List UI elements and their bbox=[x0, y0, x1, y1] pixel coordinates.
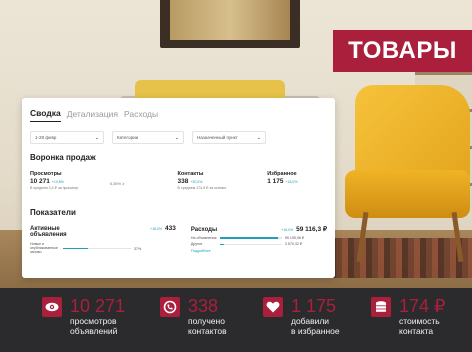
chevron-down-icon: ⌄ bbox=[174, 134, 179, 141]
new-listings-label: Новые и опубликованные заново bbox=[30, 241, 58, 254]
chevron-down-icon: ⌄ bbox=[256, 134, 261, 141]
expense-row-listings: На объявления 55 195,98 ₽ bbox=[191, 236, 327, 240]
stat-contact-cost-number: 174 ₽ bbox=[399, 296, 446, 316]
funnel-views-value: 10 271 bbox=[30, 178, 50, 185]
expense-other-bar-fill bbox=[219, 243, 224, 246]
eye-icon bbox=[42, 297, 62, 317]
funnel-favorites-label: Избранное bbox=[267, 171, 297, 177]
expenses-details-link[interactable]: Подробнее bbox=[191, 249, 327, 253]
funnel-views: Просмотры 10 271 +10,8% В среднем 3,4 ₽ з… bbox=[30, 171, 110, 190]
funnel-favorites-value: 1 175 bbox=[267, 178, 284, 185]
wall-picture bbox=[170, 0, 290, 40]
stats-strip: 10 271 просмотров объявлений 338 получен… bbox=[0, 288, 472, 352]
banner-title: ТОВАРЫ bbox=[333, 30, 472, 72]
expense-row-other: Другие 3 570,32 ₽ bbox=[191, 242, 327, 246]
card-tabs: Сводка Детализация Расходы bbox=[30, 104, 327, 122]
phone-icon bbox=[160, 297, 180, 317]
stat-views-line2: объявлений bbox=[70, 326, 118, 336]
stat-favorites-line1: добавили bbox=[291, 316, 330, 326]
stat-contacts-line2: контактов bbox=[188, 326, 227, 336]
sales-funnel: Просмотры 10 271 +10,8% В среднем 3,4 ₽ з… bbox=[30, 171, 327, 190]
statistics-card: Сводка Детализация Расходы 1-28 февр ⌄ К… bbox=[22, 98, 335, 278]
expense-listings-value: 55 195,98 ₽ bbox=[284, 235, 305, 240]
funnel-delta-note: 5,35% ≥ bbox=[109, 181, 125, 186]
stat-favorites: 1 175 добавили в избранное bbox=[263, 296, 340, 336]
funnel-title: Воронка продаж bbox=[30, 153, 96, 162]
active-listings-value: 433 bbox=[165, 225, 176, 232]
funnel-views-note: В среднем 3,4 ₽ за просмотр bbox=[30, 186, 79, 190]
active-listings-label: Активные объявления bbox=[30, 226, 67, 239]
funnel-contacts: Контакты 338 +30,0% В среднем 174,9 ₽ за … bbox=[178, 171, 268, 190]
stat-contact-cost-line2: контакта bbox=[399, 326, 434, 336]
filter-bar: 1-28 февр ⌄ Категории ⌄ Назначенный пунк… bbox=[30, 131, 327, 144]
promo-banner: ТОВАРЫ Сводка Детализация Расходы 1-28 ф… bbox=[0, 0, 472, 352]
funnel-contacts-pct: +30,0% bbox=[190, 180, 203, 184]
pickup-point-select[interactable]: Назначенный пункт ⌄ bbox=[192, 131, 266, 144]
new-listings-bar-fill bbox=[63, 247, 89, 250]
stat-contacts-number: 338 bbox=[188, 296, 219, 316]
expense-listings-bar bbox=[219, 237, 282, 239]
stat-contacts: 338 получено контактов bbox=[160, 296, 227, 336]
new-listings-row: Новые и опубликованные заново 37% bbox=[30, 241, 176, 255]
funnel-favorites-pct: +18,0% bbox=[285, 180, 298, 184]
expense-other-label: Другие bbox=[190, 242, 203, 247]
stat-views-number: 10 271 bbox=[70, 296, 126, 316]
chevron-down-icon: ⌄ bbox=[94, 134, 99, 141]
date-range-select[interactable]: 1-28 февр ⌄ bbox=[30, 131, 104, 144]
funnel-views-label: Просмотры bbox=[30, 171, 62, 177]
active-listings: Активные объявления +18,0% 433 Новые и оп… bbox=[30, 225, 176, 254]
expense-listings-label: На объявления bbox=[190, 235, 217, 240]
metrics-panel: Активные объявления +18,0% 433 Новые и оп… bbox=[30, 225, 327, 254]
tab-details[interactable]: Детализация bbox=[67, 109, 118, 122]
expense-other-bar bbox=[219, 243, 282, 246]
coins-icon bbox=[371, 297, 391, 317]
tab-summary[interactable]: Сводка bbox=[30, 108, 61, 122]
funnel-contacts-note: В среднем 174,9 ₽ за контакт bbox=[177, 186, 227, 190]
active-listings-pct: +18,0% bbox=[150, 227, 162, 231]
expenses: Расходы +16,0% 59 116,3 ₽ На объявления 5… bbox=[191, 225, 327, 254]
funnel-contacts-label: Контакты bbox=[177, 171, 204, 177]
metrics-title: Показатели bbox=[30, 208, 76, 217]
expenses-pct: +16,0% bbox=[281, 228, 294, 232]
new-listings-bar bbox=[63, 247, 131, 250]
expense-listings-bar-fill bbox=[219, 237, 278, 239]
stat-favorites-line2: в избранное bbox=[291, 326, 340, 336]
category-label: Категории bbox=[117, 135, 139, 140]
funnel-favorites: Избранное 1 175 +18,0% bbox=[267, 171, 327, 190]
funnel-delta: 5,35% ≥ bbox=[110, 171, 178, 190]
date-range-label: 1-28 февр bbox=[35, 135, 57, 140]
expenses-label: Расходы bbox=[190, 227, 218, 233]
pickup-point-label: Назначенный пункт bbox=[197, 135, 238, 140]
funnel-contacts-value: 338 bbox=[177, 178, 189, 185]
armchair-seat bbox=[345, 170, 470, 218]
stat-views-line1: просмотров bbox=[70, 316, 117, 326]
new-listings-value: 37% bbox=[134, 246, 142, 251]
tab-expenses[interactable]: Расходы bbox=[124, 109, 158, 122]
expenses-value: 59 116,3 ₽ bbox=[296, 226, 327, 233]
stat-favorites-number: 1 175 bbox=[291, 296, 337, 316]
funnel-views-pct: +10,8% bbox=[51, 180, 64, 184]
heart-icon bbox=[263, 297, 283, 317]
stat-views: 10 271 просмотров объявлений bbox=[42, 296, 125, 336]
expense-other-value: 3 570,32 ₽ bbox=[284, 242, 303, 247]
stat-contact-cost: 174 ₽ стоимость контакта bbox=[371, 296, 446, 336]
stat-contact-cost-line1: стоимость bbox=[399, 316, 440, 326]
category-select[interactable]: Категории ⌄ bbox=[112, 131, 184, 144]
stat-contacts-line1: получено bbox=[188, 316, 225, 326]
